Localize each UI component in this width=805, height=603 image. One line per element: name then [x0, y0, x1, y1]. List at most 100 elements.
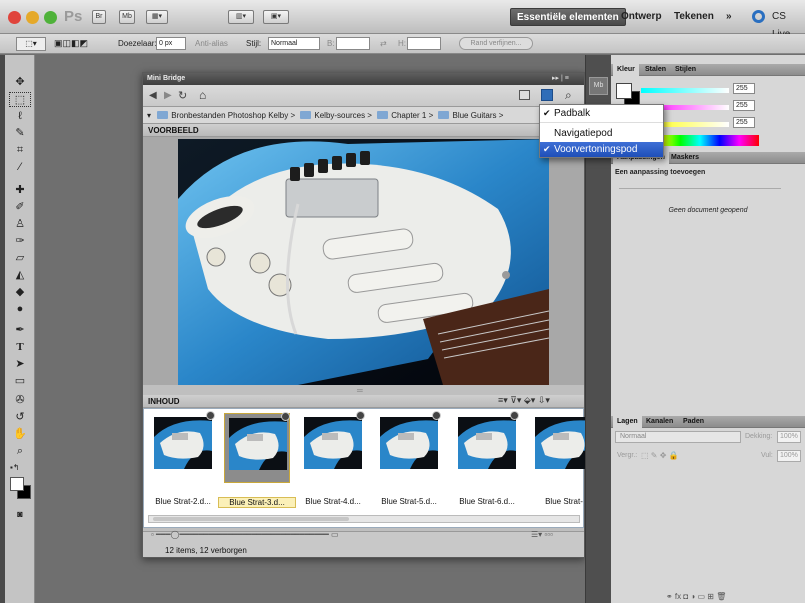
- color-foreground-swatch[interactable]: [616, 83, 632, 99]
- forward-icon[interactable]: ▶: [164, 90, 172, 101]
- launch-bridge-icon[interactable]: [519, 90, 530, 100]
- mini-bridge-dock-icon[interactable]: Mb: [589, 77, 608, 95]
- thumbnail-item[interactable]: [454, 411, 520, 483]
- tab-paths[interactable]: Paden: [679, 416, 708, 428]
- hand-tool-icon[interactable]: ✋: [9, 427, 31, 442]
- workspace-more[interactable]: »: [720, 8, 738, 26]
- foreground-color-swatch[interactable]: [10, 477, 24, 491]
- eyedropper-tool-icon[interactable]: ⁄: [9, 160, 31, 175]
- tab-color[interactable]: Kleur: [613, 64, 639, 76]
- history-brush-tool-icon[interactable]: ✑: [9, 234, 31, 249]
- blur-tool-icon[interactable]: ◆: [9, 285, 31, 300]
- arrange-documents-icon[interactable]: ▥▾: [228, 10, 254, 24]
- type-tool-icon[interactable]: T: [9, 340, 31, 355]
- paint-bucket-tool-icon[interactable]: ◭: [9, 268, 31, 283]
- crop-tool-icon[interactable]: ⌗: [9, 143, 31, 158]
- minimize-window-button[interactable]: [26, 11, 39, 24]
- thumbnail-item[interactable]: [376, 411, 442, 483]
- scrollbar-thumb[interactable]: [153, 517, 349, 521]
- bridge-launch-button[interactable]: Br: [92, 10, 106, 24]
- recent-items-icon[interactable]: ↻: [178, 89, 187, 102]
- blend-mode-select[interactable]: Normaal: [615, 431, 741, 443]
- breadcrumb-item[interactable]: Bronbestanden Photoshop Kelby >: [157, 107, 295, 123]
- 3d-orbit-tool-icon[interactable]: ↺: [9, 410, 31, 425]
- quick-select-tool-icon[interactable]: ✎: [9, 126, 31, 141]
- workspace-painting[interactable]: Tekenen: [668, 8, 720, 26]
- blue-value[interactable]: 255: [733, 117, 755, 128]
- swap-icon[interactable]: ⇄: [380, 39, 387, 48]
- mini-bridge-button[interactable]: Mb: [119, 10, 135, 24]
- fill-input[interactable]: 100%: [777, 450, 801, 462]
- default-colors-icon[interactable]: ▪↰: [10, 463, 20, 472]
- search-icon[interactable]: ⌕: [565, 88, 572, 103]
- 3d-rotate-tool-icon[interactable]: ✇: [9, 393, 31, 408]
- breadcrumb-item[interactable]: Chapter 1 >: [377, 107, 433, 123]
- view-options-icon[interactable]: ☰▾ ▫▫▫: [531, 530, 553, 539]
- thumbnail-label[interactable]: Blue Strat-2.d...: [144, 497, 222, 506]
- red-slider[interactable]: [641, 88, 729, 93]
- splitter-handle[interactable]: ═: [357, 386, 363, 395]
- back-icon[interactable]: ◀: [149, 90, 157, 101]
- screen-mode-icon[interactable]: ▣▾: [263, 10, 289, 24]
- move-tool-icon[interactable]: ✥: [9, 75, 31, 90]
- breadcrumb-item[interactable]: Kelby-sources >: [300, 107, 372, 123]
- brush-tool-icon[interactable]: ✐: [9, 200, 31, 215]
- cs-live-menu[interactable]: CS Live: [766, 8, 805, 40]
- tab-styles[interactable]: Stijlen: [671, 64, 700, 76]
- thumbnail-item[interactable]: [300, 411, 366, 483]
- no-document-message: Geen document geopend: [668, 207, 748, 214]
- breadcrumb-dropdown-icon[interactable]: ▾: [147, 111, 151, 120]
- style-select[interactable]: Normaal: [268, 37, 320, 50]
- refine-edge-button[interactable]: Rand verfijnen...: [459, 37, 533, 50]
- selection-mode-icons[interactable]: ▣◫◧◩: [54, 38, 88, 49]
- home-icon[interactable]: ⌂: [199, 88, 206, 102]
- workspace-design[interactable]: Ontwerp: [615, 8, 668, 26]
- pen-tool-icon[interactable]: ✒: [9, 323, 31, 338]
- eraser-tool-icon[interactable]: ▱: [9, 251, 31, 266]
- layers-footer-icons[interactable]: ⚭ fx ◘ ◑ ▭ ⊞ 🗑: [666, 592, 726, 601]
- tab-masks[interactable]: Maskers: [667, 152, 703, 164]
- color-panel-tabs: Kleur Stalen Stijlen: [611, 64, 805, 76]
- zoom-window-button[interactable]: [44, 11, 57, 24]
- photoshop-logo: Ps: [64, 8, 83, 25]
- tool-preset-picker[interactable]: ⬚▾: [16, 37, 46, 51]
- feather-input[interactable]: 0 px: [156, 37, 186, 50]
- tab-channels[interactable]: Kanalen: [642, 416, 677, 428]
- width-input[interactable]: [336, 37, 370, 50]
- height-input[interactable]: [407, 37, 441, 50]
- thumbnail-label[interactable]: Blue Strat-4.d...: [294, 497, 372, 506]
- tab-swatches[interactable]: Stalen: [641, 64, 670, 76]
- thumbnail-label[interactable]: Blue Strat-3.d...: [218, 497, 296, 508]
- close-window-button[interactable]: [8, 11, 21, 24]
- breadcrumb-item[interactable]: Blue Guitars >: [438, 107, 503, 123]
- menu-item-preview-pod[interactable]: ✔ Voorvertoningspod: [540, 142, 663, 157]
- quick-mask-icon[interactable]: ◙: [9, 507, 31, 522]
- healing-brush-tool-icon[interactable]: ✚: [9, 183, 31, 198]
- content-scrollbar[interactable]: [148, 515, 580, 523]
- shape-tool-icon[interactable]: ▭: [9, 374, 31, 389]
- marquee-tool-icon[interactable]: ⬚: [9, 92, 31, 107]
- workspace-essentials[interactable]: Essentiële elementen: [510, 8, 626, 26]
- antialias-checkbox[interactable]: Anti-alias: [195, 39, 228, 48]
- opacity-input[interactable]: 100%: [777, 431, 801, 443]
- thumbnail-label[interactable]: Blue Strat-6.d...: [448, 497, 526, 506]
- thumbnail-item[interactable]: [150, 411, 216, 483]
- dodge-tool-icon[interactable]: ●: [9, 302, 31, 317]
- panel-collapse-icon[interactable]: ▸▸ | ≡: [552, 74, 569, 82]
- tab-layers[interactable]: Lagen: [613, 416, 642, 428]
- path-selection-tool-icon[interactable]: ➤: [9, 357, 31, 372]
- panel-view-icon[interactable]: [541, 89, 553, 101]
- content-toolbar-icons[interactable]: ≡▾ ⊽▾ ⬙▾ ⇩▾: [498, 395, 550, 406]
- green-value[interactable]: 255: [733, 100, 755, 111]
- red-value[interactable]: 255: [733, 83, 755, 94]
- zoom-tool-icon[interactable]: ⌕: [9, 444, 31, 459]
- lasso-tool-icon[interactable]: ℓ: [9, 109, 31, 124]
- menu-item-path-bar[interactable]: ✔ Padbalk: [540, 106, 663, 121]
- menu-item-navigation-pod[interactable]: Navigatiepod: [540, 126, 663, 141]
- clone-stamp-tool-icon[interactable]: ♙: [9, 217, 31, 232]
- view-extras-icon[interactable]: ▦▾: [146, 10, 168, 24]
- thumbnail-item[interactable]: [224, 412, 290, 483]
- thumbnail-size-slider[interactable]: ▫ ━━━◯━━━━━━━━━━━━━━━━━━━━━━━━━━━━━━━ ▭: [151, 530, 339, 539]
- lock-icons[interactable]: ⬚ ✎ ✥ 🔒: [641, 451, 679, 460]
- thumbnail-label[interactable]: Blue Strat-5.d...: [370, 497, 448, 506]
